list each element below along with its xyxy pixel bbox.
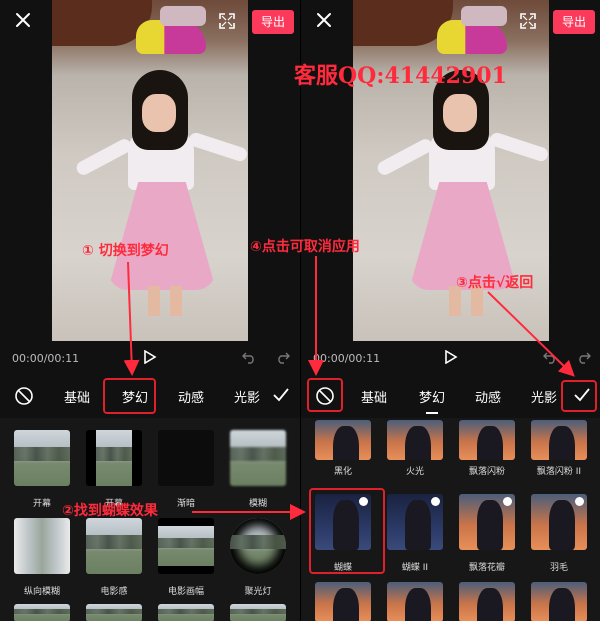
tab-dynamic[interactable]: 动感 xyxy=(475,387,501,406)
top-bar: 导出 xyxy=(301,0,600,44)
effect-tile[interactable] xyxy=(315,582,371,621)
effect-tile[interactable] xyxy=(531,494,587,550)
effect-tile[interactable] xyxy=(459,420,515,460)
fullscreen-icon[interactable] xyxy=(519,12,537,30)
confirm-check-icon[interactable] xyxy=(272,386,290,404)
effect-tile[interactable] xyxy=(315,420,371,460)
effect-label: 电影画幅 xyxy=(167,587,204,597)
effect-tile[interactable] xyxy=(14,430,70,486)
effect-tile[interactable] xyxy=(158,604,214,621)
effect-tile[interactable] xyxy=(387,494,443,550)
step3-annotation: ③点击√返回 xyxy=(456,275,534,291)
effect-tile[interactable] xyxy=(387,582,443,621)
playback-time: 00:00/00:11 xyxy=(313,352,381,365)
effect-label: 黑化 xyxy=(333,467,352,477)
effect-tile[interactable] xyxy=(459,582,515,621)
effect-tile[interactable] xyxy=(14,604,70,621)
effect-label: 渐暗 xyxy=(176,499,195,509)
effect-label: 飘落花瓣 xyxy=(468,563,505,573)
effect-tile[interactable] xyxy=(158,430,214,486)
highlight-box-butterfly xyxy=(309,488,385,574)
effect-tile[interactable] xyxy=(158,518,214,574)
video-girl-skirt xyxy=(108,182,216,290)
effect-tile[interactable] xyxy=(86,518,142,574)
fullscreen-icon[interactable] xyxy=(218,12,236,30)
effect-label: 蝴蝶 II xyxy=(401,563,429,573)
tab-light[interactable]: 光影 xyxy=(234,387,260,406)
close-icon[interactable] xyxy=(12,9,34,31)
undo-icon[interactable] xyxy=(242,350,256,364)
effect-label: 聚光灯 xyxy=(244,587,272,597)
video-arm-right xyxy=(488,131,549,163)
export-button[interactable]: 导出 xyxy=(252,10,294,34)
effect-tile[interactable] xyxy=(459,494,515,550)
effect-label: 飘落闪粉 xyxy=(468,467,505,477)
contact-annotation: 客服QQ:41442901 xyxy=(294,63,507,89)
tab-dreamy[interactable]: 梦幻 xyxy=(419,387,445,414)
step2-annotation: ②找到蝴蝶效果 xyxy=(62,503,158,519)
tab-basic[interactable]: 基础 xyxy=(361,387,387,406)
undo-icon[interactable] xyxy=(543,350,557,364)
download-icon xyxy=(503,497,512,506)
effect-label: 纵向模糊 xyxy=(23,587,60,597)
highlight-box-check xyxy=(561,380,597,412)
effect-tile[interactable] xyxy=(230,604,286,621)
video-preview[interactable] xyxy=(52,0,248,341)
close-icon[interactable] xyxy=(313,9,335,31)
effect-label: 电影感 xyxy=(100,587,128,597)
download-icon xyxy=(431,497,440,506)
play-icon[interactable] xyxy=(444,350,458,364)
video-girl-face xyxy=(142,94,176,132)
effect-tile[interactable] xyxy=(86,604,142,621)
top-bar: 导出 xyxy=(0,0,300,44)
tab-light[interactable]: 光影 xyxy=(531,387,557,406)
video-arm-left xyxy=(375,136,435,178)
highlight-box-dreamy-tab xyxy=(103,378,156,414)
effect-label: 火光 xyxy=(405,467,424,477)
effect-tile[interactable] xyxy=(230,518,286,574)
step1-annotation: ① 切换到梦幻 xyxy=(82,243,169,259)
effect-tile[interactable] xyxy=(14,518,70,574)
video-girl-face xyxy=(443,94,477,132)
download-icon xyxy=(575,497,584,506)
effect-tile[interactable] xyxy=(531,420,587,460)
redo-icon[interactable] xyxy=(276,350,290,364)
left-screen: 导出 00:00/00:11 基础 梦幻 动感 光影 开幕 开幕 渐暗 模糊 纵… xyxy=(0,0,300,621)
effect-label: 模糊 xyxy=(248,499,267,509)
effect-label: 羽毛 xyxy=(549,563,568,573)
effect-tab-bar: 基础 梦幻 动感 光影 xyxy=(301,376,600,416)
step4-annotation: ④点击可取消应用 xyxy=(250,239,360,255)
effect-tile[interactable] xyxy=(387,420,443,460)
right-screen: 导出 00:00/00:11 基础 梦幻 动感 光影 黑化 火光 飘落闪粉 飘落… xyxy=(300,0,600,621)
effect-tile[interactable] xyxy=(230,430,286,486)
effect-tile[interactable] xyxy=(86,430,142,486)
tab-dynamic[interactable]: 动感 xyxy=(178,387,204,406)
video-girl-leg xyxy=(170,286,182,316)
video-girl-leg xyxy=(148,286,160,316)
highlight-box-no-effect xyxy=(307,378,343,412)
video-arm-left xyxy=(74,136,134,178)
video-arm-right xyxy=(187,131,248,163)
export-button[interactable]: 导出 xyxy=(553,10,595,34)
play-icon[interactable] xyxy=(143,350,157,364)
playback-time: 00:00/00:11 xyxy=(12,352,80,365)
effect-tile[interactable] xyxy=(531,582,587,621)
redo-icon[interactable] xyxy=(577,350,591,364)
no-effect-icon[interactable] xyxy=(14,386,34,406)
effect-label: 飘落闪粉 II xyxy=(536,467,582,477)
tab-basic[interactable]: 基础 xyxy=(64,387,90,406)
